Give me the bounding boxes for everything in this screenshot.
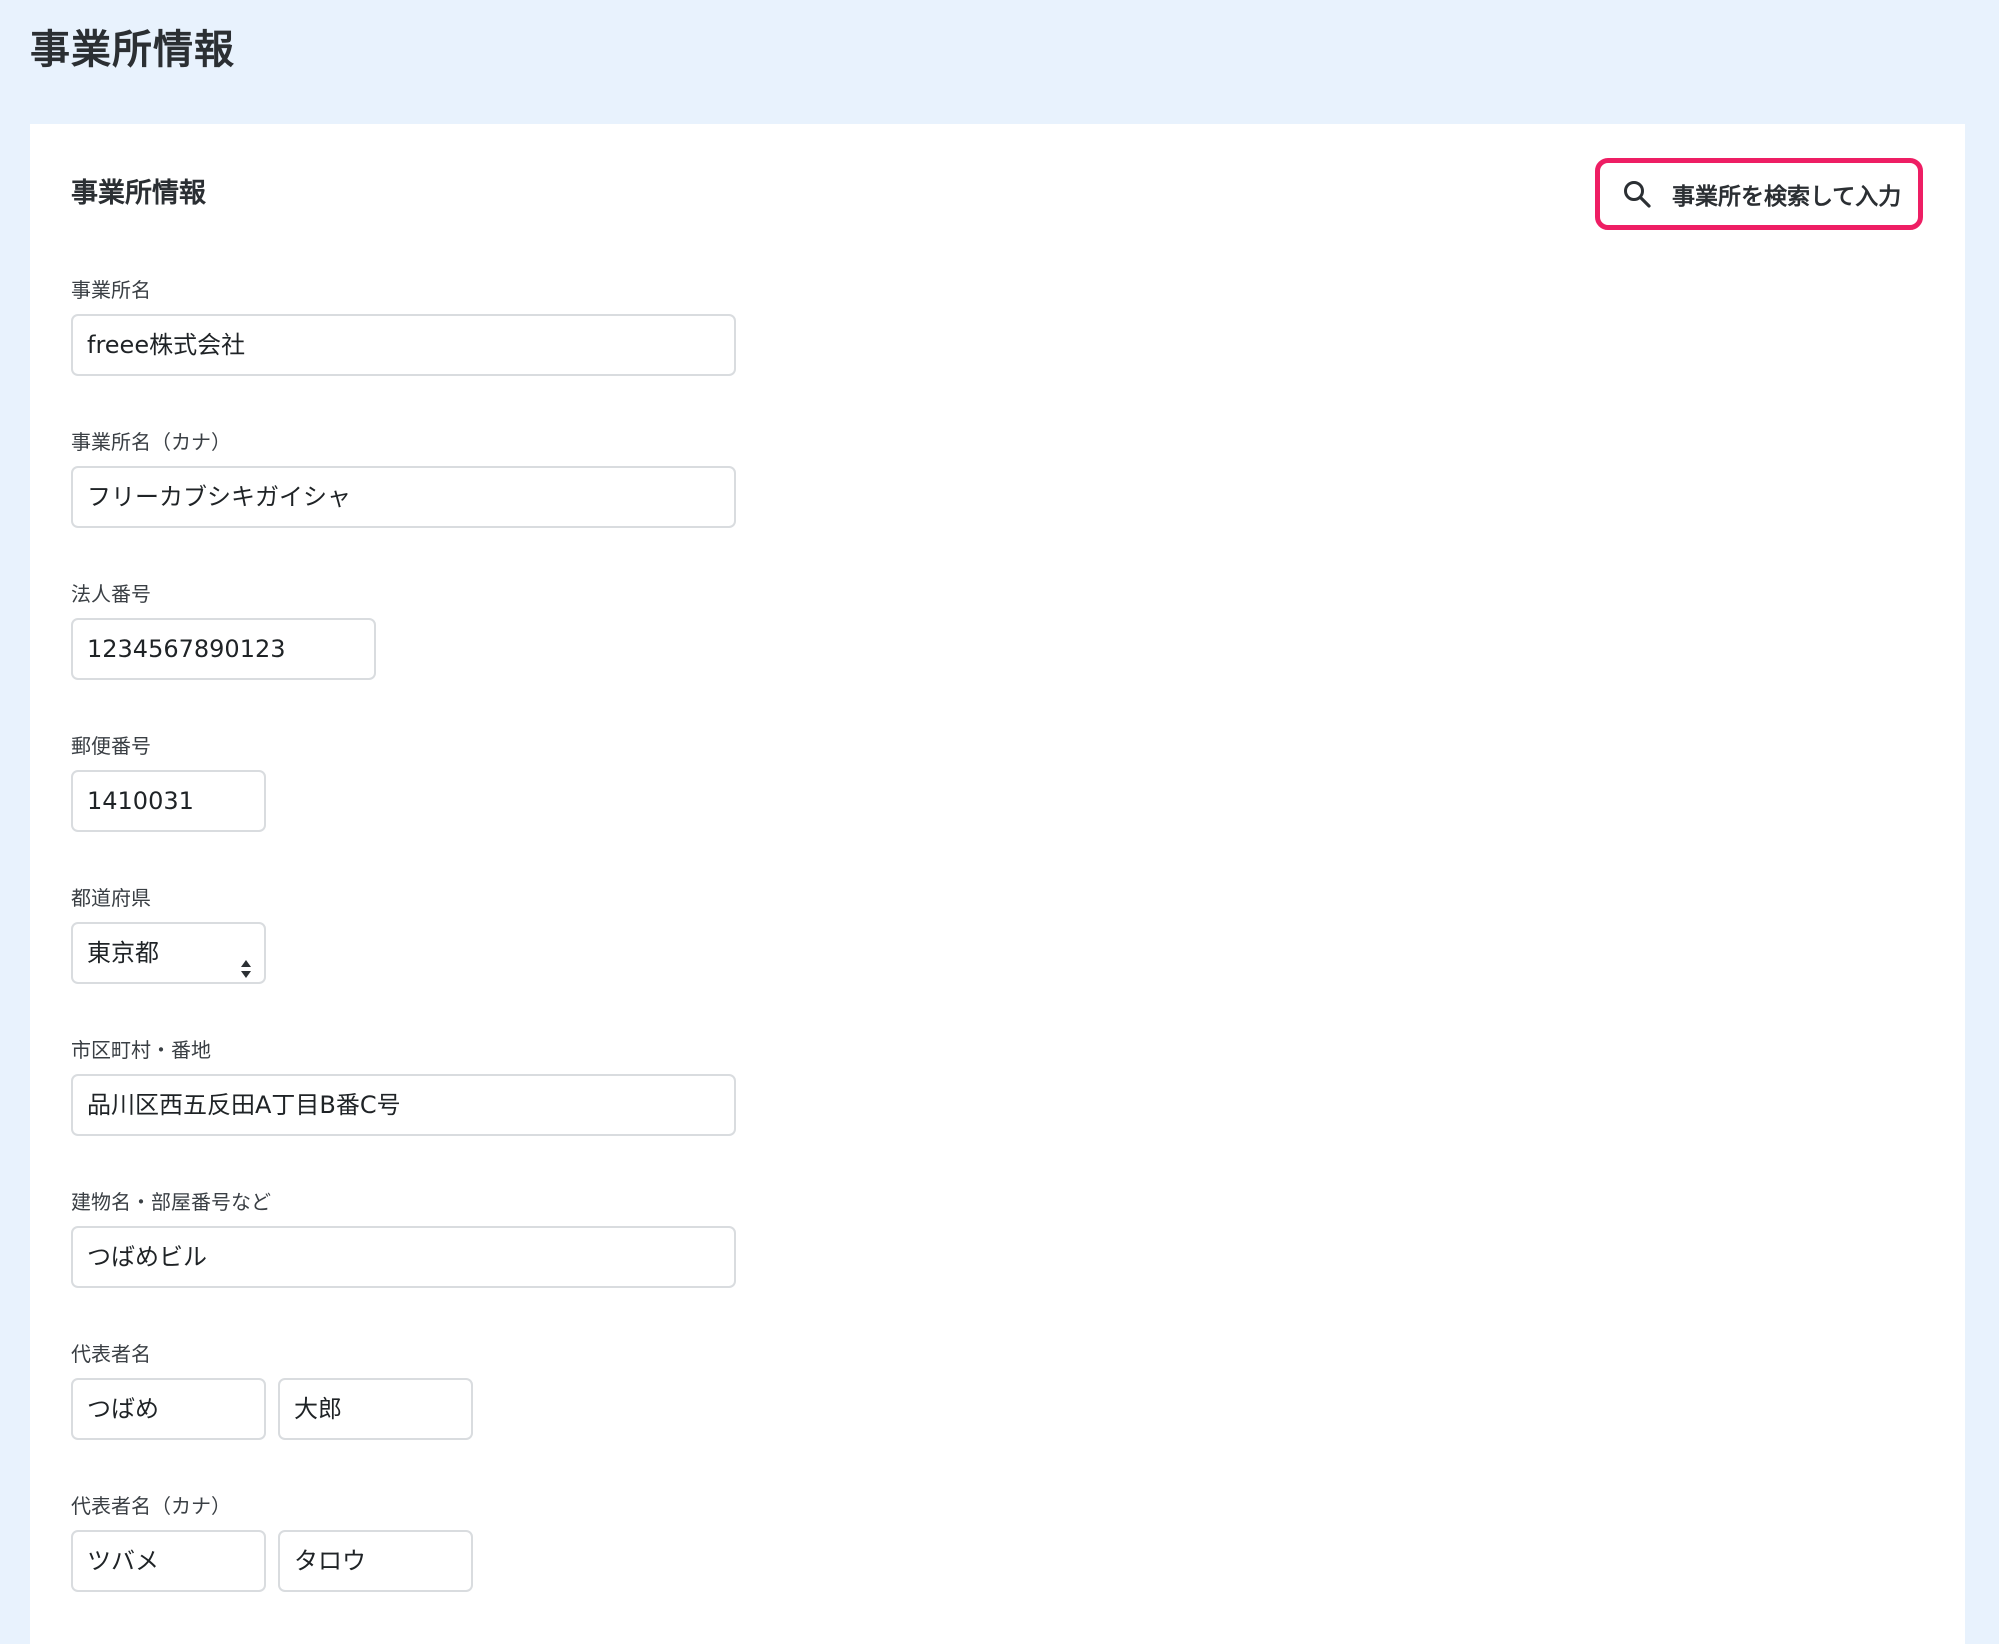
office-info-panel: 事業所情報 事業所を検索して入力 事業所名 freee株式会社 事業所名（カナ）…	[30, 124, 1965, 1644]
prefecture-label: 都道府県	[71, 886, 151, 910]
section-title: 事業所情報	[71, 178, 206, 209]
postal-code-label: 郵便番号	[71, 734, 151, 758]
page-title: 事業所情報	[30, 27, 235, 73]
search-office-button[interactable]: 事業所を検索して入力	[1595, 158, 1923, 230]
building-label: 建物名・部屋番号など	[71, 1190, 271, 1214]
corporate-number-input[interactable]: 1234567890123	[71, 618, 376, 680]
office-name-kana-input[interactable]: フリーカブシキガイシャ	[71, 466, 736, 528]
postal-code-input[interactable]: 1410031	[71, 770, 266, 832]
search-office-button-label: 事業所を検索して入力	[1672, 184, 1902, 210]
prefecture-select[interactable]: 東京都	[71, 922, 266, 984]
city-address-label: 市区町村・番地	[71, 1038, 211, 1062]
select-arrows-icon	[240, 943, 252, 978]
city-address-input[interactable]: 品川区西五反田A丁目B番C号	[71, 1074, 736, 1136]
representative-kana-first-name-input[interactable]: タロウ	[278, 1530, 473, 1592]
prefecture-select-value: 東京都	[87, 939, 159, 967]
representative-label: 代表者名	[71, 1342, 151, 1366]
office-name-label: 事業所名	[71, 278, 151, 302]
office-name-kana-label: 事業所名（カナ）	[71, 430, 231, 454]
representative-kana-label: 代表者名（カナ）	[71, 1494, 231, 1518]
building-input[interactable]: つばめビル	[71, 1226, 736, 1288]
representative-first-name-input[interactable]: 大郎	[278, 1378, 473, 1440]
corporate-number-label: 法人番号	[71, 582, 151, 606]
representative-kana-last-name-input[interactable]: ツバメ	[71, 1530, 266, 1592]
office-name-input[interactable]: freee株式会社	[71, 314, 736, 376]
search-icon	[1622, 179, 1652, 209]
representative-last-name-input[interactable]: つばめ	[71, 1378, 266, 1440]
